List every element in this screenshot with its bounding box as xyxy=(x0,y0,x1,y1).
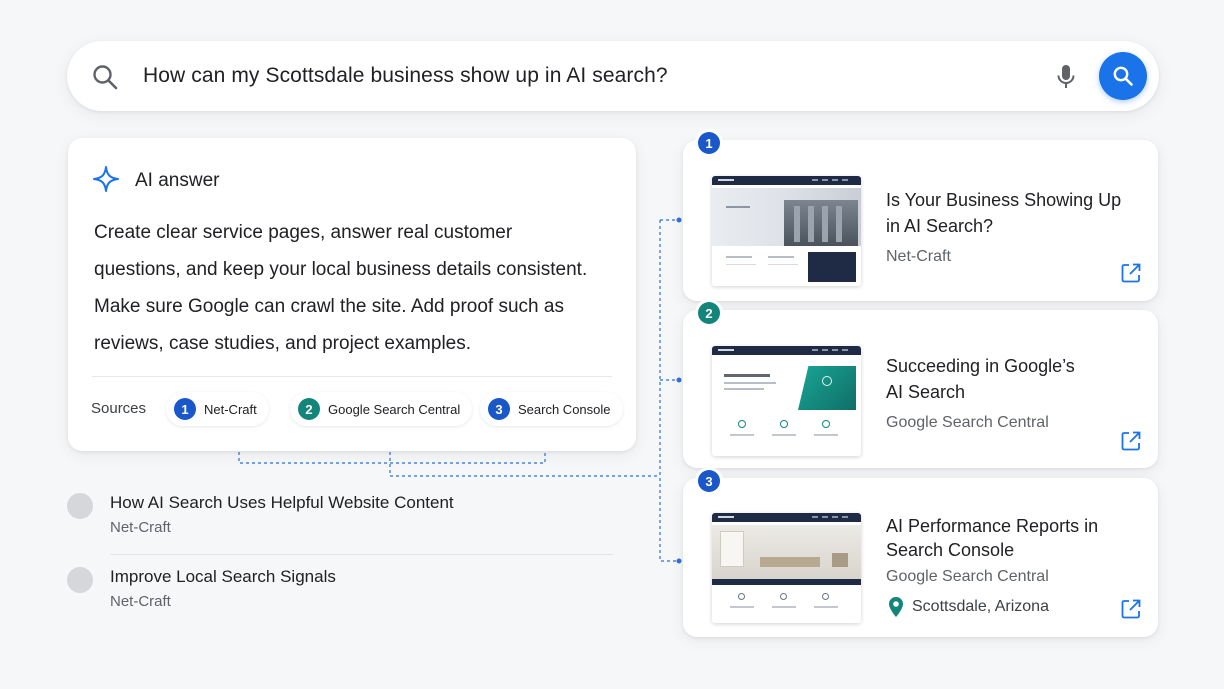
result-card[interactable]: 1 Is Your Business Showing Up in AI Sear… xyxy=(683,132,1158,301)
divider xyxy=(92,376,612,377)
source-number: 2 xyxy=(298,398,320,420)
list-bullet xyxy=(67,567,93,593)
result-card[interactable]: 3 AI Performance Reports in Search Conso… xyxy=(683,470,1158,637)
result-location: Scottsdale, Arizona xyxy=(888,596,1049,618)
ai-answer-card: AI answer Create clear service pages, an… xyxy=(68,138,636,451)
ai-answer-title: AI answer xyxy=(135,170,220,191)
result-title-line: Is Your Business Showing Up xyxy=(886,190,1122,210)
search-icon xyxy=(1113,66,1133,86)
result-source: Net-Craft xyxy=(886,248,951,265)
result-number-badge: 1 xyxy=(698,132,720,154)
source-chip-label: Net-Craft xyxy=(204,401,257,417)
source-chip-search-console[interactable]: 3 Search Console xyxy=(480,392,623,426)
result-number-badge: 2 xyxy=(698,302,720,324)
open-in-new-icon[interactable] xyxy=(1120,262,1142,284)
result-title[interactable]: AI Performance Reports in Search Console xyxy=(886,514,1098,562)
result-title-line: Succeeding in Google’s xyxy=(886,356,1075,376)
list-item-source: Net-Craft xyxy=(110,519,171,536)
location-pin-icon xyxy=(889,597,903,617)
open-in-new-icon[interactable] xyxy=(1120,430,1142,452)
result-source: Google Search Central xyxy=(886,568,1049,585)
result-title[interactable]: Succeeding in Google’s AI Search xyxy=(886,353,1075,405)
result-thumbnail xyxy=(712,513,861,623)
source-number: 3 xyxy=(488,398,510,420)
search-icon xyxy=(93,65,118,90)
ai-answer-text: Create clear service pages, answer real … xyxy=(94,222,588,354)
result-title-line: in AI Search? xyxy=(886,216,994,236)
source-number: 1 xyxy=(174,398,196,420)
source-chip-label: Google Search Central xyxy=(328,401,461,417)
list-item-title[interactable]: Improve Local Search Signals xyxy=(110,567,336,587)
source-chip-label: Search Console xyxy=(518,401,611,417)
mic-icon[interactable] xyxy=(1056,63,1076,91)
location-text: Scottsdale, Arizona xyxy=(912,598,1049,615)
open-in-new-icon[interactable] xyxy=(1120,598,1142,620)
result-title-line: AI Search xyxy=(886,382,966,402)
source-chip-google-search-central[interactable]: 2 Google Search Central xyxy=(290,392,473,426)
result-title-line: Search Console xyxy=(886,540,1015,560)
search-bar[interactable]: How can my Scottsdale business show up i… xyxy=(67,41,1159,111)
divider xyxy=(110,554,613,555)
list-item-title[interactable]: How AI Search Uses Helpful Website Conte… xyxy=(110,493,454,513)
result-title-line: AI Performance Reports in xyxy=(886,516,1099,536)
sources-label: Sources xyxy=(91,400,147,417)
list-item-source: Net-Craft xyxy=(110,593,171,610)
result-source: Google Search Central xyxy=(886,414,1049,431)
result-thumbnail xyxy=(712,346,861,456)
result-thumbnail xyxy=(712,176,861,286)
search-input[interactable]: How can my Scottsdale business show up i… xyxy=(143,41,668,111)
result-title[interactable]: Is Your Business Showing Up in AI Search… xyxy=(886,187,1121,239)
result-number-badge: 3 xyxy=(698,470,720,492)
list-bullet xyxy=(67,493,93,519)
search-button[interactable] xyxy=(1099,52,1147,100)
result-card[interactable]: 2 Succeeding in Google’s AI Search Googl… xyxy=(683,302,1158,468)
source-chip-net-craft[interactable]: 1 Net-Craft xyxy=(166,392,269,426)
sparkle-icon xyxy=(93,166,119,192)
